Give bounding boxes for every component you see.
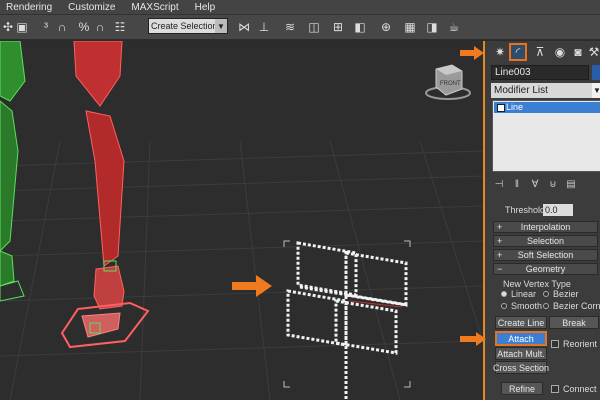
make-unique-icon[interactable]: ∀ — [527, 179, 543, 190]
new-vertex-type-label: New Vertex Type — [503, 279, 571, 289]
attach-button[interactable]: Attach — [495, 331, 547, 346]
stack-item-line[interactable]: Line — [494, 102, 600, 113]
threshold-input[interactable]: 0.0 — [543, 204, 573, 216]
threshold-label: Threshold: — [505, 205, 548, 215]
orange-arrow-icon — [460, 46, 484, 60]
chevron-down-icon[interactable]: ▼ — [215, 19, 227, 33]
menu-maxscript[interactable]: MAXScript — [125, 2, 188, 13]
modify-tab-icon[interactable]: ◜ — [509, 43, 527, 61]
object-name-field[interactable]: Line003 — [491, 65, 589, 80]
select-region-icon[interactable]: ▣ — [14, 19, 30, 35]
angle-snap-icon[interactable]: ∩ — [54, 19, 70, 35]
plus-icon: + — [497, 250, 503, 260]
show-end-result-icon[interactable]: ‖ — [509, 179, 525, 190]
orange-arrow-icon — [232, 275, 272, 297]
reorient-label: Reorient — [563, 339, 598, 349]
attach-mult-button[interactable]: Attach Mult. — [495, 347, 547, 360]
remove-modifier-icon[interactable]: ⊍ — [545, 179, 561, 190]
connect-label: Connect — [563, 384, 597, 394]
render-teapot-icon[interactable]: ☕ — [446, 19, 462, 35]
command-panel: ✷ ◜ ⊼ ◉ ◙ ⚒ Line003 Modifier List ▼ Line… — [483, 41, 600, 400]
radio-linear[interactable] — [501, 291, 507, 297]
rollout-selection[interactable]: + Selection — [493, 235, 598, 247]
rollout-selection-label: Selection — [526, 236, 565, 246]
line003-spline[interactable] — [286, 241, 409, 400]
object-color-swatch[interactable] — [592, 65, 600, 80]
named-selection-dropdown[interactable]: Create Selection Se ▼ — [148, 18, 228, 34]
menu-bar: Rendering Customize MAXScript Help — [0, 0, 600, 15]
curve-editor-icon[interactable]: ◫ — [306, 19, 322, 35]
plus-icon: + — [497, 236, 503, 246]
modifier-list-dropdown[interactable]: Modifier List ▼ — [491, 83, 600, 98]
hierarchy-tab-icon[interactable]: ⊼ — [531, 43, 549, 61]
spinner-snap-icon[interactable]: ∩ — [92, 19, 108, 35]
break-button[interactable]: Break — [549, 316, 599, 329]
rollout-interpolation[interactable]: + Interpolation — [493, 221, 598, 233]
modifier-list-label: Modifier List — [494, 85, 548, 96]
plus-icon: + — [497, 222, 503, 232]
layer-manager-icon[interactable]: ≋ — [282, 19, 298, 35]
linear-label: Linear — [511, 289, 537, 299]
refine-button[interactable]: Refine — [501, 382, 543, 395]
render-icon[interactable]: ◨ — [424, 19, 440, 35]
schematic-view-icon[interactable]: ⊞ — [330, 19, 346, 35]
bezier-corner-label: Bezier Corner — [553, 301, 600, 311]
red-leg-bone[interactable] — [60, 41, 150, 349]
viewcube-label: FRONT — [440, 81, 461, 87]
create-line-button[interactable]: Create Line — [495, 316, 547, 329]
modifier-stack: Line — [492, 100, 600, 172]
radio-bezier[interactable] — [543, 291, 549, 297]
bezier-label: Bezier — [553, 289, 579, 299]
radio-smooth[interactable] — [501, 303, 507, 309]
mirror-icon[interactable]: ⋈ — [236, 19, 252, 35]
rollout-interpolation-label: Interpolation — [520, 222, 571, 232]
edit-named-selection-icon[interactable]: ☷ — [112, 19, 128, 35]
radio-bezier-corner[interactable] — [543, 303, 549, 309]
stack-tools: ⊣ ‖ ∀ ⊍ ▤ — [491, 176, 600, 192]
minus-icon: − — [497, 264, 503, 274]
orange-arrow-icon — [460, 332, 486, 346]
motion-tab-icon[interactable]: ◉ — [551, 43, 569, 61]
reorient-checkbox[interactable] — [551, 340, 559, 348]
pin-stack-icon[interactable]: ⊣ — [491, 179, 507, 190]
menu-customize[interactable]: Customize — [62, 2, 125, 13]
chevron-down-icon[interactable]: ▼ — [592, 83, 600, 98]
rollout-geometry[interactable]: − Geometry — [493, 263, 598, 275]
viewcube[interactable]: FRONT — [425, 64, 471, 100]
green-leg-bone — [0, 41, 26, 302]
main-toolbar: ✣ ▣ ³ ∩ % ∩ ☷ Create Selection Se ▼ ⋈ ⊥ … — [0, 15, 600, 40]
rollout-geometry-label: Geometry — [525, 264, 566, 274]
align-icon[interactable]: ⊥ — [256, 19, 272, 35]
configure-sets-icon[interactable]: ▤ — [563, 179, 579, 190]
material-editor-icon[interactable]: ◧ — [352, 19, 368, 35]
utilities-tab-icon[interactable]: ⚒ — [585, 43, 600, 61]
rendered-frame-icon[interactable]: ▦ — [402, 19, 418, 35]
menu-help[interactable]: Help — [189, 2, 226, 13]
create-tab-icon[interactable]: ✷ — [491, 43, 509, 61]
rollout-soft-selection-label: Soft Selection — [517, 250, 574, 260]
smooth-label: Smooth — [511, 301, 543, 311]
perspective-viewport[interactable]: FRONT — [0, 41, 483, 400]
connect-checkbox[interactable] — [551, 385, 559, 393]
percent-snap-icon[interactable]: % — [76, 19, 92, 35]
rollout-soft-selection[interactable]: + Soft Selection — [493, 249, 598, 261]
render-setup-icon[interactable]: ⊕ — [378, 19, 394, 35]
ground-grid — [0, 140, 483, 400]
cross-section-button[interactable]: Cross Section — [493, 361, 549, 374]
menu-rendering[interactable]: Rendering — [0, 2, 62, 13]
viewport-scene: FRONT — [0, 41, 483, 400]
snap-toggle-icon[interactable]: ³ — [38, 19, 54, 35]
